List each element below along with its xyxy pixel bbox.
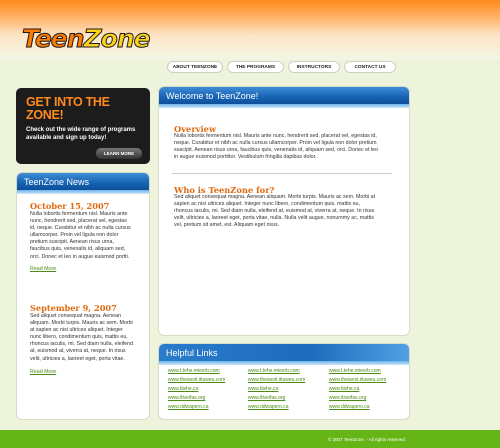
helpful-link[interactable]: www.ddwapero.ca	[248, 404, 289, 410]
welcome-header: Welcome to TeenZone!	[159, 87, 409, 104]
promo-text: Check out the wide range of programs ava…	[26, 127, 136, 141]
helpful-link[interactable]: www.ddwapero.ca	[168, 404, 209, 410]
read-more-link[interactable]: Read More	[30, 266, 56, 272]
promo-banner: GET INTO THE ZONE! Check out the wide ra…	[16, 88, 150, 164]
helpful-link[interactable]: www.theiaost.iituweu.com	[168, 377, 225, 383]
helpful-link[interactable]: www.tiishe.ca	[248, 386, 278, 392]
overview-text: Nulla lobortis fermentum nisl. Mauris an…	[174, 133, 379, 161]
news-header: TeenZone News	[17, 173, 149, 190]
helpful-link[interactable]: www.t.tehe.mievrb.com	[168, 368, 220, 374]
helpful-links-header: Helpful Links	[159, 344, 409, 361]
promo-heading: GET INTO THE ZONE!	[26, 95, 110, 122]
news-header-shine	[17, 190, 149, 194]
copyright-text: © 2007 TeenZone. - All rights reserved.	[327, 436, 406, 442]
news-date: October 15, 2007	[30, 201, 110, 211]
teenzone-logo[interactable]: TeenZone	[22, 26, 152, 52]
helpful-link[interactable]: www.itiveifas.org	[168, 395, 205, 401]
helpful-link[interactable]: www.theiaost.iituweu.com	[248, 377, 305, 383]
helpful-link[interactable]: www.t.tehe.mievrb.com	[329, 368, 381, 374]
learn-more-button[interactable]: LEARN MORE	[96, 148, 142, 159]
helpful-link[interactable]: www.ddwapero.ca	[329, 404, 370, 410]
read-more-link[interactable]: Read More	[30, 369, 56, 375]
footer: © 2007 TeenZone. - All rights reserved.	[0, 430, 500, 448]
section-divider	[172, 173, 392, 174]
who-text: Sed aliquet consequat magna. Aenean aliq…	[174, 194, 376, 229]
nav-contact[interactable]: CONTACT US	[344, 61, 396, 73]
helpful-link[interactable]: www.tiishe.ca	[168, 386, 198, 392]
nav-programs[interactable]: THE PROGRAMS	[227, 61, 284, 73]
helpful-link[interactable]: www.t.tehe.mievrb.com	[248, 368, 300, 374]
helpful-link[interactable]: www.theiaost.iituweu.com	[329, 377, 386, 383]
helpful-link[interactable]: www.tiishe.ca	[329, 386, 359, 392]
helpful-links-header-shine	[159, 361, 409, 365]
news-date: September 9, 2007	[30, 303, 117, 313]
news-body: Nulla lobortis fermentum nisl. Mauris an…	[30, 211, 131, 260]
news-body: Sed aliquet consequat magna. Aenean aliqu…	[30, 313, 134, 362]
nav-about[interactable]: ABOUT TEENZONE	[167, 61, 223, 73]
helpful-link[interactable]: www.itiveifas.org	[329, 395, 366, 401]
welcome-header-shine	[159, 104, 409, 108]
nav-instructors[interactable]: INSTRUCTORS	[288, 61, 340, 73]
helpful-link[interactable]: www.itiveifas.org	[248, 395, 285, 401]
